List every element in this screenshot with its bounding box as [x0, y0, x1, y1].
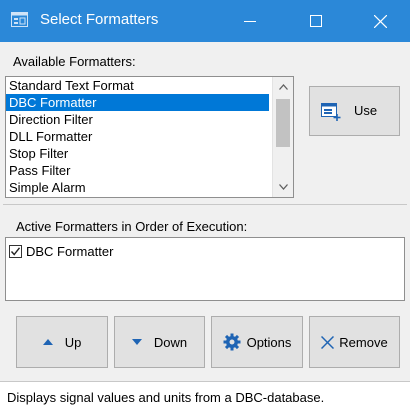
use-button-label: Use — [354, 103, 378, 118]
scroll-down-button[interactable] — [273, 177, 293, 197]
available-formatters-label: Available Formatters: — [13, 54, 136, 69]
up-button-label: Up — [64, 334, 82, 350]
minimize-button[interactable] — [227, 0, 273, 42]
close-button[interactable] — [357, 0, 403, 42]
active-formatters-label: Active Formatters in Order of Execution: — [16, 219, 248, 234]
scroll-thumb[interactable] — [276, 99, 290, 147]
active-item-checkbox[interactable] — [9, 244, 22, 258]
arrow-down-icon — [131, 339, 142, 345]
up-button[interactable]: Up — [16, 316, 108, 368]
window-title: Select Formatters — [40, 11, 159, 28]
arrow-up-icon — [42, 339, 53, 345]
remove-button[interactable]: Remove — [309, 316, 400, 368]
list-item[interactable]: Direction Filter — [6, 111, 269, 128]
active-list-item[interactable]: DBC Formatter — [9, 243, 113, 259]
list-item[interactable]: DLL Formatter — [6, 128, 269, 145]
close-x-icon — [321, 335, 335, 349]
list-scrollbar[interactable] — [272, 77, 293, 197]
status-bar: Displays signal values and units from a … — [0, 381, 410, 412]
chevron-down-icon — [278, 184, 288, 190]
status-text: Displays signal values and units from a … — [7, 390, 325, 405]
list-item[interactable]: Simple Alarm — [6, 179, 269, 196]
gear-icon — [223, 333, 241, 351]
active-formatters-list[interactable]: DBC Formatter — [5, 237, 405, 301]
maximize-icon — [310, 15, 322, 27]
active-item-label: DBC Formatter — [26, 243, 114, 259]
list-item-selected[interactable]: DBC Formatter — [6, 94, 269, 111]
use-icon — [321, 103, 341, 124]
down-button-label: Down — [153, 334, 188, 350]
select-formatters-window: Select Formatters Available Formatters: … — [0, 0, 410, 412]
options-button[interactable]: Options — [211, 316, 303, 368]
minimize-icon — [244, 21, 256, 22]
remove-button-label: Remove — [339, 334, 388, 350]
chevron-up-icon — [278, 84, 288, 90]
list-item[interactable]: Pass Filter — [6, 162, 269, 179]
checkmark-icon — [10, 246, 21, 256]
scroll-up-button[interactable] — [273, 77, 293, 97]
app-icon — [11, 12, 28, 27]
use-button[interactable]: Use — [309, 86, 400, 136]
list-item[interactable]: Stop Filter — [6, 145, 269, 162]
down-button[interactable]: Down — [114, 316, 205, 368]
title-bar[interactable]: Select Formatters — [0, 0, 410, 42]
close-icon — [373, 14, 387, 28]
list-item[interactable]: Standard Text Format — [6, 77, 269, 94]
options-button-label: Options — [246, 334, 292, 350]
maximize-button[interactable] — [293, 0, 339, 42]
available-formatters-list[interactable]: Standard Text Format DBC Formatter Direc… — [5, 76, 294, 198]
